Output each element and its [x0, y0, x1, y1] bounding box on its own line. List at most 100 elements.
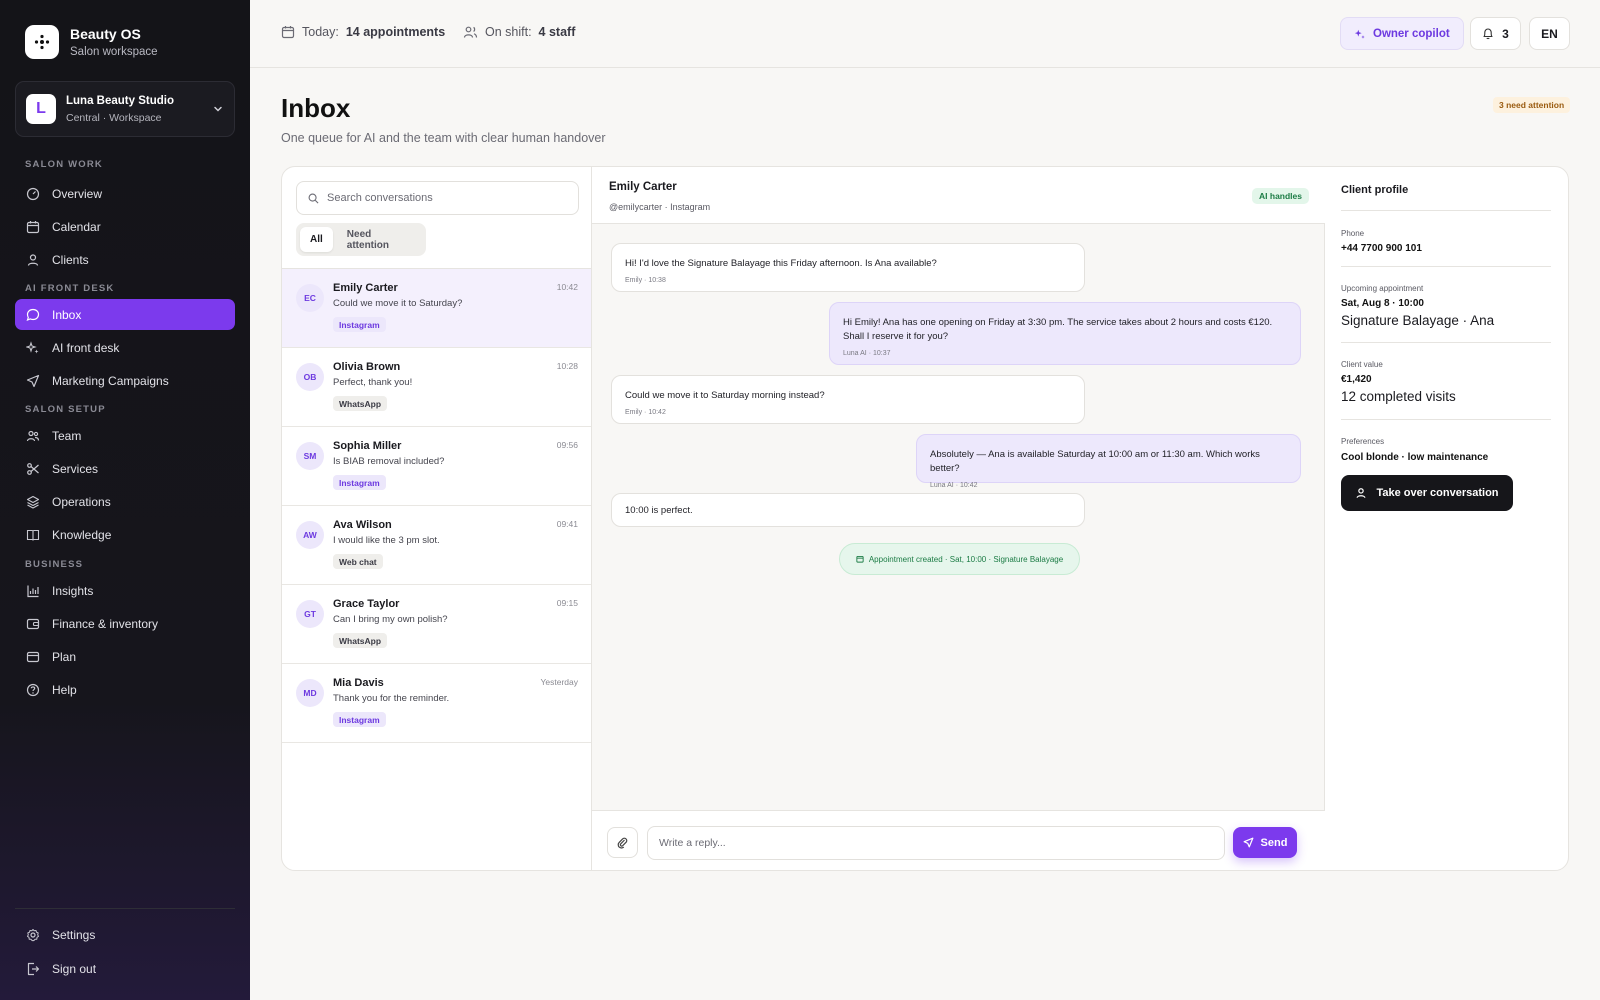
conversation-item[interactable]: OB Olivia Brown 10:28 Perfect, thank you…	[282, 348, 591, 427]
nav-marketing-label: Marketing Campaigns	[52, 373, 169, 388]
today-label: Today:	[302, 25, 339, 39]
nav-plan[interactable]: Plan	[15, 641, 235, 672]
take-over-label: Take over conversation	[1376, 487, 1499, 499]
message-meta: Luna AI · 10:37	[843, 350, 891, 357]
nav-help-label: Help	[52, 682, 77, 697]
owner-copilot-button[interactable]: Owner copilot	[1340, 17, 1464, 50]
chat-header: Emily Carter @emilycarter · Instagram AI…	[592, 167, 1325, 224]
nav-finance-inventory[interactable]: Finance & inventory	[15, 608, 235, 639]
sparkles-icon	[1354, 29, 1365, 39]
nav-services[interactable]: Services	[15, 453, 235, 484]
conversation-name: Mia Davis	[333, 677, 384, 689]
nav-clients-label: Clients	[52, 252, 89, 267]
divider	[1341, 266, 1551, 267]
nav-operations-label: Operations	[52, 494, 111, 509]
nav-inbox[interactable]: Inbox	[15, 299, 235, 330]
nav-ai-front-desk-label: AI front desk	[52, 340, 120, 355]
team-icon	[26, 430, 40, 441]
message-meta: Emily · 10:38	[625, 277, 666, 284]
divider	[1341, 210, 1551, 211]
nav-sign-out[interactable]: Sign out	[15, 953, 235, 984]
help-icon	[26, 683, 40, 696]
nav-knowledge[interactable]: Knowledge	[15, 519, 235, 550]
chat-bubble-icon	[26, 308, 40, 321]
nav-operations[interactable]: Operations	[15, 486, 235, 517]
section-business: BUSINESS	[25, 559, 84, 570]
workspace-switcher[interactable]: L Luna Beauty Studio Central · Workspace	[15, 81, 235, 137]
brand-title: Beauty OS	[70, 26, 141, 42]
channel-tag: WhatsApp	[333, 396, 388, 411]
page-subtitle: One queue for AI and the team with clear…	[281, 131, 606, 145]
brand-subtitle: Salon workspace	[70, 46, 158, 58]
conversation-item[interactable]: MD Mia Davis Yesterday Thank you for the…	[282, 664, 591, 743]
card-icon	[26, 651, 40, 662]
workspace-sub: Central · Workspace	[66, 111, 162, 124]
conversation-item[interactable]: AW Ava Wilson 09:41 I would like the 3 p…	[282, 506, 591, 585]
gauge-icon	[26, 187, 40, 200]
wallet-icon	[26, 618, 40, 629]
avatar: SM	[296, 442, 324, 470]
preferences-label: Preferences	[1341, 437, 1385, 446]
chat-contact-name: Emily Carter	[609, 181, 677, 193]
nav-settings[interactable]: Settings	[15, 919, 235, 950]
book-icon	[26, 529, 40, 541]
nav-calendar-label: Calendar	[52, 219, 101, 234]
nav-finance-label: Finance & inventory	[52, 616, 159, 631]
message-incoming: Could we move it to Saturday morning ins…	[611, 375, 1085, 424]
conversation-snippet: Thank you for the reminder.	[333, 693, 450, 704]
paperclip-icon	[617, 837, 628, 849]
send-button[interactable]: Send	[1233, 827, 1297, 858]
divider	[1341, 342, 1551, 343]
conversation-snippet: Can I bring my own polish?	[333, 614, 448, 625]
brand: Beauty OS Salon workspace	[25, 25, 158, 59]
conversation-item[interactable]: EC Emily Carter 10:42 Could we move it t…	[282, 269, 591, 348]
team-icon	[463, 26, 478, 38]
nav-overview[interactable]: Overview	[15, 178, 235, 209]
attach-button[interactable]	[607, 827, 638, 858]
take-over-conversation-button[interactable]: Take over conversation	[1341, 475, 1513, 511]
gear-icon	[27, 928, 39, 941]
reply-input[interactable]	[647, 826, 1225, 860]
conversation-item[interactable]: GT Grace Taylor 09:15 Can I bring my own…	[282, 585, 591, 664]
conversation-time: 09:56	[556, 440, 578, 450]
bell-icon	[1483, 28, 1493, 40]
inbox-panel: Search conversations All Need attention …	[281, 166, 1569, 871]
nav-calendar[interactable]: Calendar	[15, 211, 235, 242]
message-text: Hi! I'd love the Signature Balayage this…	[625, 258, 937, 269]
divider	[1341, 419, 1551, 420]
language-button[interactable]: EN	[1529, 17, 1570, 50]
section-salon-setup: SALON SETUP	[25, 404, 106, 415]
message-text: Hi Emily! Ana has one opening on Friday …	[843, 317, 1273, 342]
avatar: AW	[296, 521, 324, 549]
send-icon	[1243, 837, 1253, 848]
search-box[interactable]: Search conversations	[296, 181, 579, 215]
conversation-item[interactable]: SM Sophia Miller 09:56 Is BIAB removal i…	[282, 427, 591, 506]
section-salon-work: SALON WORK	[25, 159, 103, 170]
search-input[interactable]: Search conversations	[327, 192, 433, 204]
user-icon	[1356, 488, 1366, 498]
nav-overview-label: Overview	[52, 186, 103, 201]
shift-label: On shift:	[485, 25, 532, 39]
scissors-icon	[27, 462, 39, 475]
nav-insights[interactable]: Insights	[15, 575, 235, 606]
nav-help[interactable]: Help	[15, 674, 235, 705]
nav-inbox-label: Inbox	[52, 307, 82, 322]
send-label: Send	[1260, 836, 1288, 849]
conversation-name: Grace Taylor	[333, 598, 400, 610]
nav-knowledge-label: Knowledge	[52, 527, 112, 542]
message-outgoing: Absolutely — Ana is available Saturday a…	[916, 434, 1301, 489]
tab-need-attention[interactable]: Need attention	[337, 227, 422, 252]
nav-team-label: Team	[52, 428, 82, 443]
nav-clients[interactable]: Clients	[15, 244, 235, 275]
conversation-time: Yesterday	[540, 677, 579, 687]
sparkles-icon	[26, 340, 39, 353]
top-bar: Today: 14 appointments On shift: 4 staff…	[250, 0, 1600, 68]
tab-all[interactable]: All	[300, 227, 333, 252]
nav-team[interactable]: Team	[15, 420, 235, 451]
notifications-button[interactable]: 3	[1470, 17, 1521, 50]
channel-tag: Instagram	[333, 712, 386, 727]
nav-marketing-campaigns[interactable]: Marketing Campaigns	[15, 365, 235, 396]
appointment-date: Sat, Aug 8 · 10:00	[1341, 298, 1424, 309]
nav-services-label: Services	[52, 461, 99, 476]
nav-ai-front-desk[interactable]: AI front desk	[15, 332, 235, 363]
